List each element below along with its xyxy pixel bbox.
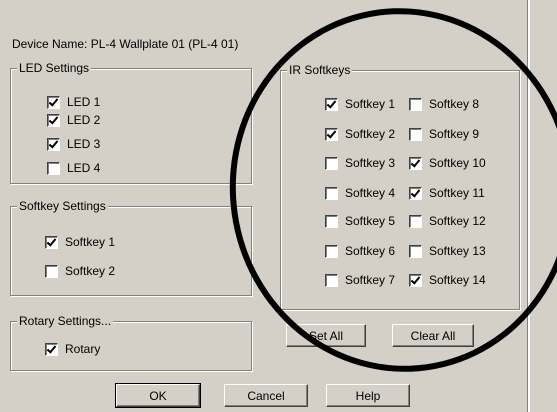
checkbox-box[interactable] — [325, 156, 338, 170]
checkbox-box[interactable] — [325, 214, 338, 228]
checkbox-label: LED 3 — [67, 137, 101, 151]
checkbox-label: Softkey 3 — [345, 156, 396, 170]
set-all-button[interactable]: Set All — [286, 324, 366, 347]
checkbox-box[interactable] — [325, 97, 338, 111]
checkbox-box[interactable] — [409, 127, 422, 141]
checkbox-label: Softkey 6 — [345, 244, 396, 258]
checkbox-label: Softkey 1 — [65, 235, 116, 249]
checkbox-label: Softkey 5 — [345, 214, 396, 228]
checkbox-box[interactable] — [45, 264, 58, 278]
ir-softkey-2-checkbox[interactable]: Softkey 2 — [325, 127, 395, 141]
ir-softkey-12-checkbox[interactable]: Softkey 12 — [409, 214, 486, 228]
ir-softkey-10-checkbox[interactable]: Softkey 10 — [409, 156, 486, 170]
checkbox-label: Softkey 2 — [345, 127, 396, 141]
checkbox-label: LED 2 — [67, 113, 101, 127]
checkbox-label: Rotary — [65, 342, 101, 356]
softkey-settings-group: Softkey Settings Softkey 1 Softkey 2 — [10, 199, 252, 296]
checkbox-box[interactable] — [47, 137, 60, 151]
checkbox-label: LED 4 — [67, 161, 101, 175]
led-1-checkbox[interactable]: LED 1 — [47, 95, 100, 109]
led-2-checkbox[interactable]: LED 2 — [47, 113, 100, 127]
led-4-checkbox[interactable]: LED 4 — [47, 161, 100, 175]
clear-all-button[interactable]: Clear All — [392, 324, 474, 347]
checkbox-label: Softkey 14 — [429, 273, 486, 287]
checkbox-label: Softkey 1 — [345, 97, 396, 111]
softkey-2-checkbox[interactable]: Softkey 2 — [45, 264, 115, 278]
ir-softkeys-title: IR Softkeys — [287, 63, 353, 77]
checkbox-label: LED 1 — [67, 95, 101, 109]
ir-softkey-11-checkbox[interactable]: Softkey 11 — [409, 186, 485, 200]
ir-softkey-9-checkbox[interactable]: Softkey 9 — [409, 127, 479, 141]
ir-softkey-6-checkbox[interactable]: Softkey 6 — [325, 244, 395, 258]
rotary-checkbox[interactable]: Rotary — [45, 342, 100, 356]
checkbox-box[interactable] — [325, 273, 338, 287]
checkbox-label: Softkey 9 — [429, 127, 480, 141]
cancel-button[interactable]: Cancel — [224, 384, 308, 407]
checkbox-box[interactable] — [47, 95, 60, 109]
ir-softkeys-group: IR Softkeys Softkey 1 Softkey 2 Softkey … — [280, 63, 520, 310]
checkbox-label: Softkey 12 — [429, 214, 486, 228]
checkbox-box[interactable] — [409, 273, 422, 287]
ir-softkey-5-checkbox[interactable]: Softkey 5 — [325, 214, 395, 228]
checkbox-box[interactable] — [325, 186, 338, 200]
ir-softkey-4-checkbox[interactable]: Softkey 4 — [325, 186, 395, 200]
checkbox-box[interactable] — [47, 161, 60, 175]
ir-softkey-7-checkbox[interactable]: Softkey 7 — [325, 273, 395, 287]
checkbox-label: Softkey 13 — [429, 244, 486, 258]
checkbox-box[interactable] — [409, 186, 422, 200]
softkey-settings-title: Softkey Settings — [17, 199, 108, 213]
checkbox-box[interactable] — [47, 113, 60, 127]
checkbox-box[interactable] — [409, 156, 422, 170]
checkbox-label: Softkey 11 — [429, 186, 485, 200]
checkbox-box[interactable] — [409, 214, 422, 228]
ir-softkey-3-checkbox[interactable]: Softkey 3 — [325, 156, 395, 170]
led-settings-title: LED Settings — [17, 61, 92, 75]
ok-button[interactable]: OK — [115, 383, 201, 408]
checkbox-box[interactable] — [45, 235, 58, 249]
checkbox-box[interactable] — [409, 97, 422, 111]
device-name-label: Device Name: PL-4 Wallplate 01 (PL-4 01) — [12, 37, 239, 51]
led-settings-group: LED Settings LED 1 LED 2 LED 3 LED 4 — [10, 61, 252, 184]
checkbox-label: Softkey 7 — [345, 273, 396, 287]
checkbox-label: Softkey 4 — [345, 186, 396, 200]
checkbox-label: Softkey 2 — [65, 264, 116, 278]
window-right-frame — [530, 0, 557, 412]
softkey-1-checkbox[interactable]: Softkey 1 — [45, 235, 115, 249]
ir-softkey-13-checkbox[interactable]: Softkey 13 — [409, 244, 486, 258]
checkbox-box[interactable] — [325, 127, 338, 141]
ir-softkey-8-checkbox[interactable]: Softkey 8 — [409, 97, 479, 111]
window-right-border — [527, 0, 530, 412]
rotary-settings-title: Rotary Settings... — [17, 314, 114, 328]
ir-softkey-14-checkbox[interactable]: Softkey 14 — [409, 273, 486, 287]
checkbox-box[interactable] — [325, 244, 338, 258]
checkbox-label: Softkey 8 — [429, 97, 480, 111]
led-3-checkbox[interactable]: LED 3 — [47, 137, 100, 151]
rotary-settings-group: Rotary Settings... Rotary — [10, 314, 252, 371]
checkbox-box[interactable] — [45, 342, 58, 356]
help-button[interactable]: Help — [326, 384, 410, 407]
checkbox-label: Softkey 10 — [429, 156, 486, 170]
checkbox-box[interactable] — [409, 244, 422, 258]
ir-softkey-1-checkbox[interactable]: Softkey 1 — [325, 97, 395, 111]
